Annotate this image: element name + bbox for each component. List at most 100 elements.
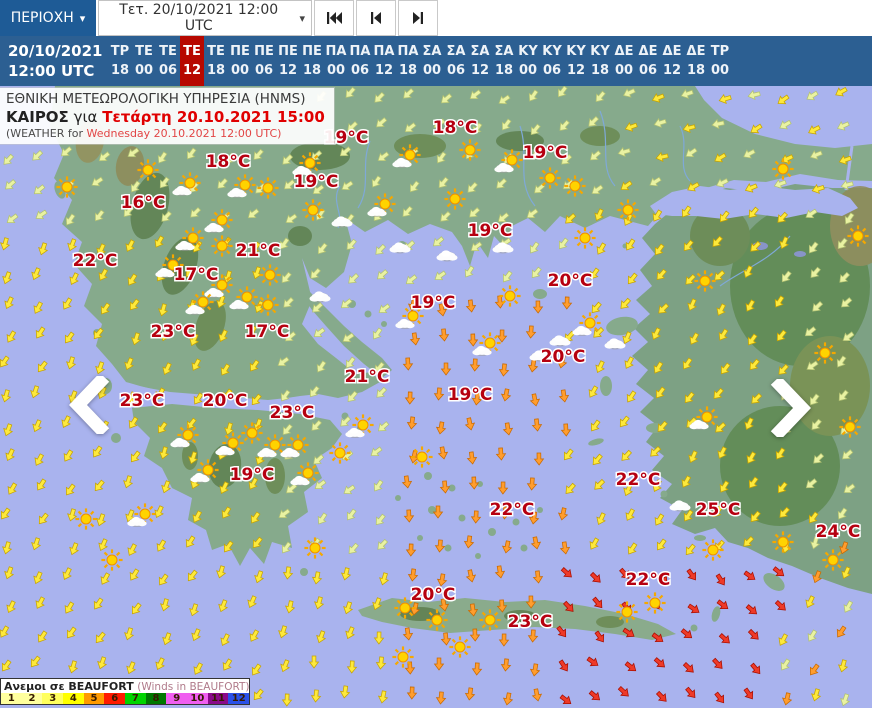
slot-day: ΠΑ bbox=[373, 44, 395, 59]
slot-day: ΔΕ bbox=[614, 44, 634, 59]
timeline-slot[interactable]: ΣΑ 18 bbox=[492, 36, 516, 86]
timeline-slot[interactable]: ΔΕ 06 bbox=[636, 36, 660, 86]
slot-hour: 18 bbox=[398, 63, 418, 78]
sun-icon bbox=[449, 636, 471, 658]
step-back-button[interactable] bbox=[356, 0, 396, 36]
temperature-label: 24°C bbox=[816, 522, 861, 542]
timeline-slot[interactable]: ΚΥ 18 bbox=[588, 36, 612, 86]
map-prev-button[interactable] bbox=[66, 376, 112, 434]
beaufort-cell: 5 bbox=[83, 693, 105, 704]
sun-icon bbox=[426, 609, 448, 631]
sun-icon bbox=[304, 537, 326, 559]
sun-icon bbox=[259, 264, 281, 286]
beaufort-cell: 2 bbox=[21, 693, 43, 704]
legend-title: Ανεμοι σε BEAUFORT (Winds in BEAUFORT) bbox=[4, 680, 250, 693]
timeline-slot[interactable]: ΤΕ 06 bbox=[156, 36, 180, 86]
slot-day: ΤΡ bbox=[110, 44, 130, 59]
timeline-slot[interactable]: ΤΕ 18 bbox=[204, 36, 228, 86]
slot-hour: 00 bbox=[710, 63, 730, 78]
timeline-slot[interactable]: ΠΑ 18 bbox=[396, 36, 420, 86]
sun-icon bbox=[137, 159, 159, 181]
forecast-info-box: ΕΘΝΙΚΗ ΜΕΤΕΩΡΟΛΟΓΙΚΗ ΥΠΗΡΕΣΙΑ (HNMS) ΚΑΙ… bbox=[0, 88, 334, 145]
timeline-slot[interactable]: ΣΑ 06 bbox=[444, 36, 468, 86]
sun-icon bbox=[56, 176, 78, 198]
timeline-slot[interactable]: ΠΕ 00 bbox=[228, 36, 252, 86]
timeline-slot[interactable]: ΚΥ 06 bbox=[540, 36, 564, 86]
map-next-button[interactable] bbox=[768, 379, 814, 437]
temperature-label: 19°C bbox=[230, 465, 275, 485]
slot-hour: 06 bbox=[254, 63, 274, 78]
temperature-label: 19°C bbox=[448, 385, 493, 405]
timeline-slot[interactable]: ΚΥ 12 bbox=[564, 36, 588, 86]
slot-day: ΔΕ bbox=[686, 44, 706, 59]
sun-icon bbox=[814, 342, 836, 364]
sun-icon bbox=[772, 158, 794, 180]
slot-hour: 12 bbox=[182, 63, 202, 78]
timeline-slot-active[interactable]: ΤΕ 12 bbox=[180, 36, 204, 86]
temperature-label: 20°C bbox=[541, 347, 586, 367]
timeline-slot[interactable]: ΣΑ 00 bbox=[420, 36, 444, 86]
step-forward-button[interactable] bbox=[398, 0, 438, 36]
slot-hour: 18 bbox=[302, 63, 322, 78]
timeline-slot[interactable]: ΠΑ 00 bbox=[324, 36, 348, 86]
sun-icon bbox=[211, 235, 233, 257]
temperature-label: 18°C bbox=[206, 152, 251, 172]
temperature-label: 23°C bbox=[120, 391, 165, 411]
slot-day: ΚΥ bbox=[590, 44, 610, 59]
timeline-slot[interactable]: ΤΡ 18 bbox=[108, 36, 132, 86]
timeline-slot[interactable]: ΠΑ 06 bbox=[348, 36, 372, 86]
sun-icon bbox=[479, 609, 501, 631]
timeline-slot[interactable]: ΤΡ 00 bbox=[708, 36, 732, 86]
sun-icon bbox=[847, 225, 869, 247]
timeline-slot[interactable]: ΣΑ 12 bbox=[468, 36, 492, 86]
slot-hour: 18 bbox=[110, 63, 130, 78]
beaufort-cell: 9 bbox=[166, 693, 188, 704]
region-dropdown-button[interactable]: ΠΕΡΙΟΧΗ ▾ bbox=[0, 0, 96, 36]
beaufort-cell: 6 bbox=[104, 693, 126, 704]
temperature-label: 17°C bbox=[245, 322, 290, 342]
temperature-label: 21°C bbox=[345, 367, 390, 387]
slot-day: ΠΕ bbox=[302, 44, 322, 59]
skip-to-first-icon bbox=[326, 12, 342, 24]
beaufort-cell: 11 bbox=[207, 693, 229, 704]
beaufort-legend: Ανεμοι σε BEAUFORT (Winds in BEAUFORT) 1… bbox=[0, 678, 250, 705]
timeline-slot[interactable]: ΠΑ 12 bbox=[372, 36, 396, 86]
timeline-slot[interactable]: ΠΕ 06 bbox=[252, 36, 276, 86]
sun-icon bbox=[574, 227, 596, 249]
timeline-current-date: 20/10/2021 bbox=[8, 42, 103, 60]
sun-icon bbox=[241, 422, 263, 444]
sun-icon bbox=[75, 508, 97, 530]
map-canvas: 18°C 19°C 18°C 19°C 16°C 19°C 19°C 22°C 21°C 17°C… bbox=[0, 85, 880, 708]
temperature-label: 23°C bbox=[151, 322, 196, 342]
slot-day: ΤΕ bbox=[207, 44, 225, 59]
skip-to-first-button[interactable] bbox=[314, 0, 354, 36]
slot-hour: 00 bbox=[326, 63, 346, 78]
timeline-slot[interactable]: ΔΕ 12 bbox=[660, 36, 684, 86]
region-dropdown-label: ΠΕΡΙΟΧΗ bbox=[10, 10, 74, 26]
slot-day: ΠΕ bbox=[230, 44, 250, 59]
step-back-icon bbox=[371, 12, 381, 24]
sun-icon bbox=[302, 199, 324, 221]
sun-icon bbox=[329, 442, 351, 464]
top-toolbar: ΠΕΡΙΟΧΗ ▾ Τετ. 20/10/2021 12:00 UTC ▾ bbox=[0, 0, 880, 36]
temperature-label: 19°C bbox=[411, 293, 456, 313]
datetime-dropdown-button[interactable]: Τετ. 20/10/2021 12:00 UTC ▾ bbox=[98, 0, 312, 36]
sun-icon bbox=[392, 646, 414, 668]
timeline-slot[interactable]: ΠΕ 18 bbox=[300, 36, 324, 86]
sun-icon bbox=[101, 549, 123, 571]
sun-icon bbox=[617, 199, 639, 221]
sun-icon bbox=[644, 592, 666, 614]
timeline-slot[interactable]: ΔΕ 00 bbox=[612, 36, 636, 86]
timeline-slot[interactable]: ΔΕ 18 bbox=[684, 36, 708, 86]
slot-hour: 18 bbox=[206, 63, 226, 78]
timeline-slot[interactable]: ΤΕ 00 bbox=[132, 36, 156, 86]
sun-icon bbox=[839, 416, 861, 438]
timeline-slot[interactable]: ΠΕ 12 bbox=[276, 36, 300, 86]
slot-day: ΣΑ bbox=[494, 44, 514, 59]
sun-icon bbox=[411, 446, 433, 468]
slot-hour: 12 bbox=[566, 63, 586, 78]
timeline-slot[interactable]: ΚΥ 00 bbox=[516, 36, 540, 86]
weather-map[interactable]: 18°C 19°C 18°C 19°C 16°C 19°C 19°C 22°C 21°C 17°C… bbox=[0, 85, 880, 708]
temperature-label: 22°C bbox=[626, 570, 671, 590]
timeline-current-label: 20/10/2021 12:00 UTC bbox=[0, 36, 108, 86]
